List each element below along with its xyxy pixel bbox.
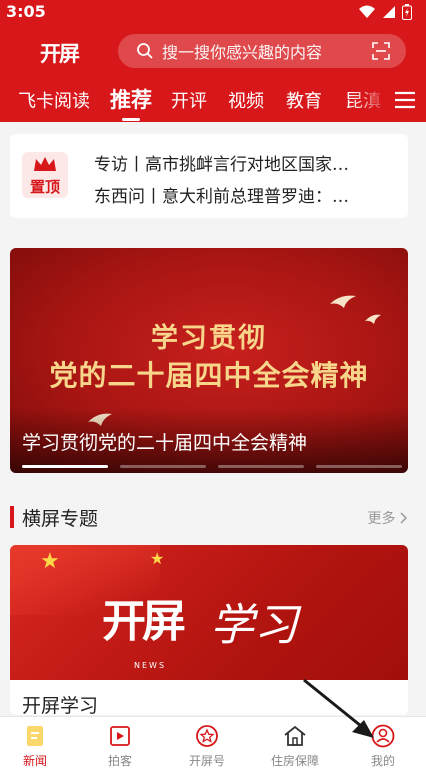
nav-kaipinghao[interactable]: 开屏号 — [172, 723, 242, 769]
topic-brand-sub: NEWS — [134, 661, 167, 670]
star-circle-icon — [196, 725, 218, 747]
status-bar: 3:05 — [0, 0, 426, 26]
carousel-dot[interactable] — [120, 465, 206, 468]
topic-brand: 开屏 — [102, 596, 186, 647]
banner-art-line2: 党的二十届四中全会精神 — [49, 359, 369, 392]
tabs-fade — [350, 82, 390, 122]
tab-feika[interactable]: 飞卡阅读 — [18, 87, 90, 113]
search-bar[interactable]: 搜一搜你感兴趣的内容 — [118, 34, 406, 68]
tab-recommend[interactable]: 推荐 — [110, 84, 152, 114]
featured-banner[interactable]: 学习贯彻 党的二十届四中全会精神 学习贯彻党的二十届四中全会精神 — [10, 248, 408, 473]
banner-caption: 学习贯彻党的二十届四中全会精神 — [22, 432, 308, 454]
nav-label: 开屏号 — [188, 754, 225, 768]
pinned-news-card: 置顶 专访丨高市挑衅言行对地区国家… 东西问丨意大利前总理普罗迪：… — [10, 134, 408, 218]
crown-icon — [34, 157, 56, 171]
topic-card-title: 开屏学习 — [22, 695, 99, 715]
active-tab-indicator — [122, 118, 140, 121]
tab-education[interactable]: 教育 — [286, 87, 322, 113]
battery-icon — [402, 4, 412, 20]
topic-brand-script: 学习 — [210, 600, 298, 651]
dove-icon — [330, 295, 356, 308]
category-tabs: 飞卡阅读 推荐 开评 视频 教育 昆滇 — [0, 82, 426, 122]
nav-paike[interactable]: 拍客 — [85, 723, 155, 769]
wifi-icon — [359, 5, 375, 18]
nav-label: 住房保障 — [270, 754, 319, 768]
status-icons — [358, 4, 412, 20]
scan-icon[interactable] — [372, 42, 390, 60]
section-accent-bar — [10, 506, 14, 528]
tab-kaiping[interactable]: 开评 — [171, 87, 207, 113]
chevron-right-icon — [400, 512, 408, 524]
topic-card-image: ★ ★ 开屏 学习 NEWS — [10, 545, 408, 680]
video-icon — [110, 726, 130, 746]
pointer-arrow-icon — [303, 678, 374, 738]
news-icon — [27, 726, 43, 746]
tab-video[interactable]: 视频 — [228, 87, 264, 113]
star-icon: ★ — [40, 549, 60, 574]
more-link[interactable]: 更多 — [368, 508, 408, 528]
pinned-badge-label: 置顶 — [29, 178, 60, 196]
carousel-dot[interactable] — [22, 465, 108, 468]
carousel-dot[interactable] — [218, 465, 304, 468]
app-header: 3:05 开屏 搜一搜你感兴趣的内容 飞卡阅读 推荐 开评 视频 教育 昆滇 — [0, 0, 426, 122]
pinned-item[interactable]: 专访丨高市挑衅言行对地区国家… — [94, 150, 394, 175]
app-logo[interactable]: 开屏 — [40, 38, 80, 68]
carousel-dot[interactable] — [316, 465, 402, 468]
more-link-label: 更多 — [367, 511, 396, 527]
nav-label: 拍客 — [107, 754, 132, 768]
pinned-badge: 置顶 — [22, 152, 68, 198]
nav-label: 新闻 — [22, 754, 47, 768]
search-placeholder: 搜一搜你感兴趣的内容 — [162, 43, 323, 62]
nav-news[interactable]: 新闻 — [0, 723, 70, 769]
star-icon: ★ — [150, 549, 165, 568]
menu-icon[interactable] — [394, 90, 416, 110]
section-title: 横屏专题 — [22, 508, 99, 530]
pinned-item[interactable]: 东西问丨意大利前总理普罗迪：… — [94, 182, 394, 207]
carousel-indicator — [22, 465, 402, 468]
banner-art-line1: 学习贯彻 — [151, 323, 267, 354]
search-icon — [137, 43, 153, 59]
section-header: 横屏专题 更多 — [10, 504, 408, 530]
signal-icon — [383, 6, 395, 18]
nav-label: 我的 — [370, 754, 395, 768]
status-time: 3:05 — [6, 2, 46, 21]
